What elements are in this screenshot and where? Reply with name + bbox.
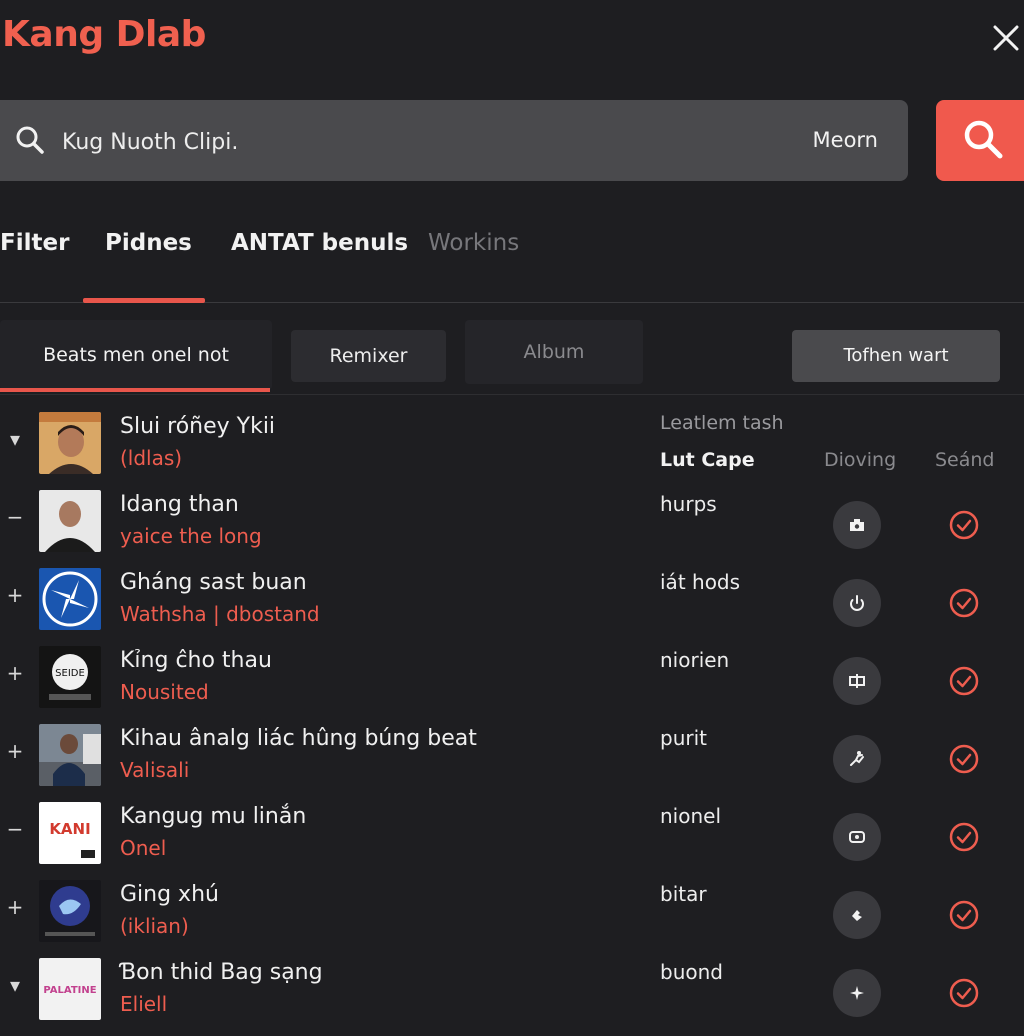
action-button[interactable] <box>833 891 881 939</box>
track-row[interactable]: + Kihau ânalg liác hûng búng beat Valisa… <box>0 724 1024 802</box>
hand-icon <box>852 910 862 921</box>
track-title: Idang than <box>120 492 239 517</box>
check-circle-icon[interactable] <box>948 743 980 775</box>
track-artist[interactable]: Wathsha | dbostand <box>120 602 320 626</box>
check-circle-icon[interactable] <box>948 821 980 853</box>
track-artist[interactable]: Eliell <box>120 992 167 1016</box>
track-meta: nionel <box>660 804 722 828</box>
track-meta: hurps <box>660 492 717 516</box>
track-thumbnail: KANI <box>39 802 101 864</box>
action-button[interactable] <box>833 969 881 1017</box>
track-row[interactable]: + Ging xhú (iklian) bitar <box>0 880 1024 958</box>
action-button[interactable] <box>833 813 881 861</box>
check-circle-icon[interactable] <box>948 899 980 931</box>
track-meta: purit <box>660 726 707 750</box>
track-thumbnail <box>39 568 101 630</box>
track-thumbnail <box>39 724 101 786</box>
track-thumbnail <box>39 880 101 942</box>
collapse-chevron-icon[interactable]: ▾ <box>4 974 26 996</box>
track-title: Kỉng ĉho thau <box>120 648 272 673</box>
track-title: Kangug mu linắn <box>120 804 307 829</box>
plus-icon[interactable]: + <box>4 896 26 918</box>
track-title: Kihau ânalg liác hûng búng beat <box>120 726 477 751</box>
track-artist[interactable]: yaice the long <box>120 524 262 548</box>
track-thumbnail <box>39 490 101 552</box>
thumb-label: PALATINE <box>43 985 96 996</box>
track-thumbnail: SEIDE <box>39 646 101 708</box>
track-row[interactable]: + SEIDE Kỉng ĉho thau Nousited niorien <box>0 646 1024 724</box>
track-title: Slui róñey Ykii <box>120 414 276 439</box>
track-row[interactable]: ▾ PALATINE Ɓon thid Bag sạng Eliell buon… <box>0 958 1024 1036</box>
track-row[interactable]: − KANI Kangug mu linắn Onel nionel <box>0 802 1024 880</box>
thumb-label: KANI <box>49 820 90 838</box>
check-circle-icon[interactable] <box>948 587 980 619</box>
track-artist[interactable]: (ldlas) <box>120 446 182 470</box>
track-row[interactable]: ▾ Slui róñey Ykii (ldlas) <box>0 412 1024 490</box>
track-meta: niorien <box>660 648 730 672</box>
track-artist[interactable]: Nousited <box>120 680 209 704</box>
action-button[interactable] <box>833 735 881 783</box>
track-thumbnail <box>39 412 101 474</box>
check-circle-icon[interactable] <box>948 665 980 697</box>
check-circle-icon[interactable] <box>948 977 980 1009</box>
track-title: Gháng sast buan <box>120 570 307 595</box>
minus-icon[interactable]: − <box>4 818 26 840</box>
target-box-icon <box>849 831 865 843</box>
track-meta: iát hods <box>660 570 741 594</box>
track-row[interactable]: + Gháng sast buan Wathsha | dbostand iát… <box>0 568 1024 646</box>
minus-icon[interactable]: − <box>4 506 26 528</box>
dancer-icon <box>850 751 864 766</box>
action-button[interactable] <box>833 501 881 549</box>
thumb-label: SEIDE <box>55 668 85 679</box>
action-button[interactable] <box>833 579 881 627</box>
sparkle-icon <box>850 986 864 1000</box>
track-artist[interactable]: (iklian) <box>120 914 189 938</box>
track-list: ▾ Slui róñey Ykii (ldlas) − Idang than y… <box>0 0 1024 1024</box>
camera-icon <box>850 519 864 531</box>
track-title: Ɓon thid Bag sạng <box>120 960 323 985</box>
track-meta: buond <box>660 960 723 984</box>
collapse-chevron-icon[interactable]: ▾ <box>4 428 26 450</box>
plus-icon[interactable]: + <box>4 662 26 684</box>
plus-icon[interactable]: + <box>4 740 26 762</box>
track-thumbnail: PALATINE <box>39 958 101 1020</box>
track-title: Ging xhú <box>120 882 219 907</box>
check-circle-icon[interactable] <box>948 509 980 541</box>
split-box-icon <box>849 674 865 688</box>
track-meta: bitar <box>660 882 707 906</box>
track-row[interactable]: − Idang than yaice the long hurps <box>0 490 1024 568</box>
action-button[interactable] <box>833 657 881 705</box>
plus-icon[interactable]: + <box>4 584 26 606</box>
track-artist[interactable]: Valisali <box>120 758 189 782</box>
power-icon <box>850 595 864 611</box>
track-artist[interactable]: Onel <box>120 836 166 860</box>
